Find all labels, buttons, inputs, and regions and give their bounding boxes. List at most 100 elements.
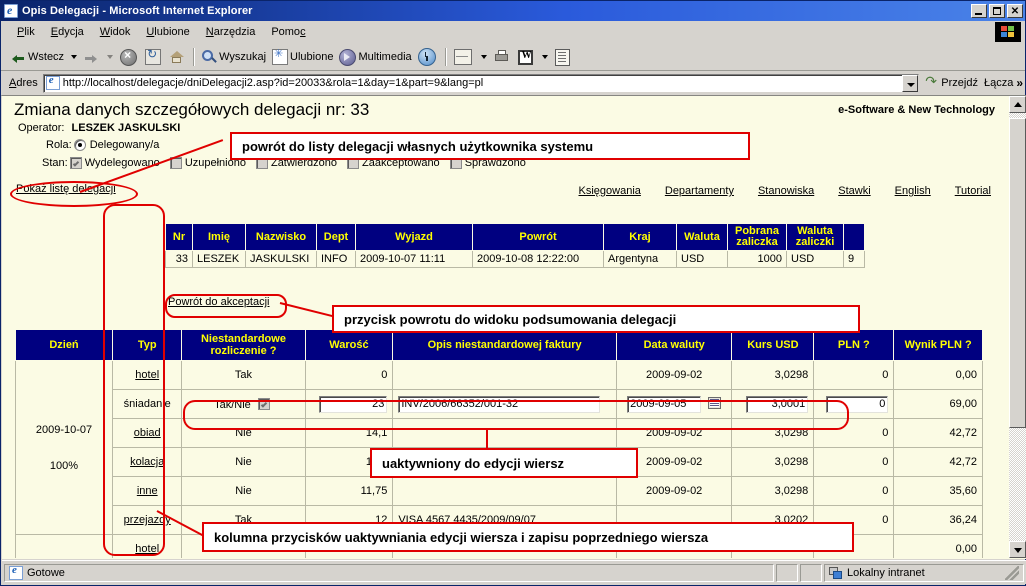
table-row-editing: śniadanie Tak/Nie 23 INV/2006/66352/001-… (16, 389, 983, 419)
rola-radio-delegowany[interactable] (73, 139, 86, 151)
edit-in-word-button[interactable] (515, 46, 538, 68)
scrollbar-thumb[interactable] (1009, 118, 1026, 428)
grid-th-data-waluty: Data waluty (615, 329, 733, 361)
menu-item-edycja[interactable]: Edycja (43, 24, 92, 40)
summary-th-nr: Nr (165, 223, 193, 251)
nonstd-checkbox[interactable] (257, 397, 270, 410)
row-edit-link-inne[interactable]: inne (137, 485, 158, 497)
stop-button[interactable] (117, 46, 142, 68)
grid-cell-nonstd: Nie (181, 418, 306, 448)
home-button[interactable] (166, 46, 189, 68)
nav-link-english[interactable]: English (895, 185, 931, 197)
resize-grip[interactable] (1005, 565, 1019, 580)
links-button[interactable]: Łącza (984, 77, 1013, 89)
menu-item-ulubione[interactable]: Ulubione (138, 24, 197, 40)
nav-link-tutorial[interactable]: Tutorial (955, 185, 991, 197)
scroll-down-button[interactable] (1009, 541, 1026, 558)
favorites-button[interactable]: Ulubione (269, 46, 336, 68)
page-favicon (45, 74, 60, 90)
row-edit-link-kolacja[interactable]: kolacja (130, 456, 164, 468)
annotation-callout-1: powrót do listy delegacji własnych użytk… (230, 132, 750, 160)
menu-item-pomoc[interactable]: Pomoc (263, 24, 313, 40)
nav-link-stanowiska[interactable]: Stanowiska (758, 185, 814, 197)
page-status-icon (9, 564, 23, 580)
intranet-zone-icon (829, 566, 843, 580)
go-icon (925, 73, 939, 90)
grid-th-dzien: Dzień (15, 329, 113, 361)
minimize-button[interactable] (971, 4, 987, 18)
return-to-acceptance-link[interactable]: Powrót do akceptacji (168, 296, 270, 308)
mail-dropdown-caret-icon[interactable] (480, 55, 487, 59)
address-dropdown-button[interactable] (902, 74, 919, 92)
back-dropdown-caret-icon[interactable] (71, 55, 78, 59)
opis-input[interactable] (398, 395, 601, 413)
scroll-up-button[interactable] (1009, 96, 1026, 113)
maximize-button[interactable] (989, 4, 1005, 18)
grid-cell-dzien (15, 534, 113, 558)
address-label: Adres (9, 77, 38, 89)
row-edit-link-obiad[interactable]: obiad (134, 427, 161, 439)
table-row: inne Nie 11,75 2009-09-02 3,0298 0 35,60 (16, 476, 983, 506)
grid-cell-pln (813, 389, 895, 419)
edit-dropdown-caret-icon[interactable] (541, 55, 548, 59)
grid-cell-wartosc: 14,1 (304, 418, 394, 448)
data-waluty-input[interactable] (627, 395, 702, 413)
grid-cell-data-waluty: 2009-09-02 (615, 360, 733, 390)
media-button[interactable]: Multimedia (336, 46, 414, 68)
delegation-summary-table: Nr Imię Nazwisko Dept Wyjazd Powrót Kraj… (165, 223, 865, 268)
mail-icon (453, 49, 472, 65)
close-button[interactable]: ✕ (1007, 4, 1023, 18)
summary-header-row: Nr Imię Nazwisko Dept Wyjazd Powrót Kraj… (165, 223, 865, 251)
grid-cell-pln: 0 (813, 418, 895, 448)
brand-text: e-Software & New Technology (838, 104, 995, 116)
grid-cell-typ: kolacja (111, 447, 183, 477)
vertical-scrollbar[interactable] (1008, 96, 1026, 558)
calendar-icon[interactable] (708, 397, 722, 409)
forward-button[interactable] (81, 46, 103, 68)
back-button[interactable]: Wstecz (9, 46, 67, 68)
grid-cell-kurs: 3,0298 (731, 418, 815, 448)
grid-cell-pln: 0 (813, 447, 895, 477)
checkbox-wydelegowano[interactable] (69, 157, 82, 169)
row-edit-link-hotel-2[interactable]: hotel (135, 543, 159, 555)
wartosc-input[interactable] (319, 395, 388, 413)
row-edit-link-hotel[interactable]: hotel (135, 369, 159, 381)
grid-th-warosc: Warość (304, 329, 394, 361)
rola-option-label: Delegowany/a (89, 139, 160, 151)
address-input[interactable]: http://localhost/delegacje/dniDelegacji2… (63, 77, 903, 89)
grid-cell-wartosc (304, 389, 394, 419)
pln-input[interactable] (826, 395, 889, 413)
refresh-icon (145, 47, 162, 65)
summary-cell-waluta: USD (676, 250, 728, 268)
summary-cell-kraj: Argentyna (603, 250, 677, 268)
go-button[interactable]: Przejdź (925, 73, 978, 90)
discuss-button[interactable] (552, 46, 575, 68)
grid-cell-wynik: 69,00 (893, 389, 983, 419)
nav-link-departamenty[interactable]: Departamenty (665, 185, 734, 197)
refresh-button[interactable] (142, 46, 166, 68)
grid-th-wynik: Wynik PLN ? (893, 329, 983, 361)
search-button[interactable]: Wyszukaj (199, 46, 269, 68)
grid-cell-opis (392, 418, 617, 448)
nav-link-ksiegowania[interactable]: Księgowania (579, 185, 641, 197)
history-button[interactable] (415, 46, 441, 68)
menu-item-plik[interactable]: PPliklik (9, 24, 43, 40)
summary-cell-dept: INFO (316, 250, 356, 268)
close-icon: ✕ (1010, 6, 1020, 17)
address-input-wrapper[interactable]: http://localhost/delegacje/dniDelegacji2… (42, 73, 920, 93)
menu-item-widok[interactable]: Widok (92, 24, 139, 40)
links-chevron-icon[interactable]: » (1016, 76, 1023, 90)
menu-item-narzedzia[interactable]: Narzędzia (198, 24, 264, 40)
grid-cell-opis (392, 360, 617, 390)
grid-cell-data-waluty: 2009-09-02 (615, 476, 733, 506)
print-button[interactable] (491, 46, 515, 68)
kurs-input[interactable] (746, 395, 809, 413)
nav-link-stawki[interactable]: Stawki (838, 185, 870, 197)
summary-th-kraj: Kraj (603, 223, 677, 251)
grid-cell-typ[interactable]: śniadanie (111, 389, 183, 419)
mail-button[interactable] (451, 46, 477, 68)
grid-cell-data-waluty: 2009-09-02 (615, 418, 733, 448)
favorites-icon (272, 47, 289, 65)
summary-data-row: 33 LESZEK JASKULSKI INFO 2009-10-07 11:1… (165, 250, 865, 268)
forward-dropdown-caret-icon[interactable] (107, 55, 114, 59)
